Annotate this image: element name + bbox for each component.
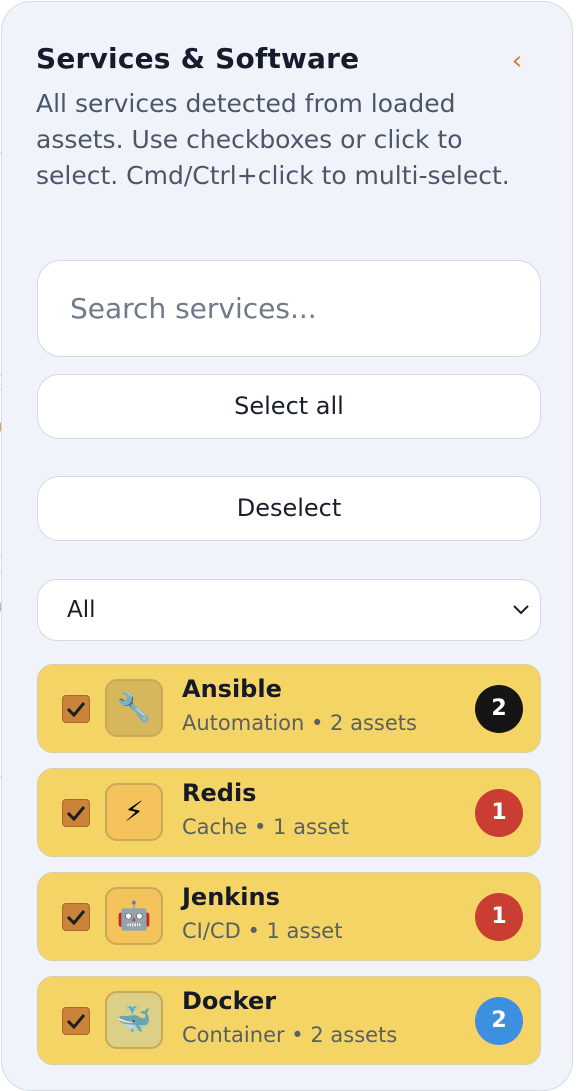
lightning-icon: ⚡ [105, 783, 163, 841]
service-subtitle: CI/CD • 1 asset [182, 919, 343, 943]
checkmark-icon [66, 806, 86, 822]
service-item-docker[interactable]: 🐳 Docker Container • 2 assets 2 [37, 976, 541, 1065]
service-checkbox[interactable] [62, 1007, 90, 1035]
service-checkbox[interactable] [62, 799, 90, 827]
robot-icon: 🤖 [105, 887, 163, 945]
service-subtitle: Cache • 1 asset [182, 815, 349, 839]
service-name: Redis [182, 779, 257, 807]
category-filter-value: All [67, 597, 96, 623]
service-subtitle: Automation • 2 assets [182, 711, 417, 735]
service-item-jenkins[interactable]: 🤖 Jenkins CI/CD • 1 asset 1 [37, 872, 541, 961]
checkmark-icon [66, 910, 86, 926]
asset-count-badge: 2 [475, 685, 523, 733]
wrench-icon: 🔧 [105, 679, 163, 737]
service-name: Docker [182, 987, 277, 1015]
service-item-redis[interactable]: ⚡ Redis Cache • 1 asset 1 [37, 768, 541, 857]
deselect-button[interactable]: Deselect [37, 476, 541, 541]
asset-count-badge: 1 [475, 789, 523, 837]
service-checkbox[interactable] [62, 903, 90, 931]
asset-count-badge: 2 [475, 997, 523, 1045]
service-name: Ansible [182, 675, 282, 703]
checkmark-icon [66, 702, 86, 718]
panel-title: Services & Software [36, 42, 360, 75]
collapse-icon[interactable]: ‹ [508, 46, 526, 76]
select-all-button[interactable]: Select all [37, 374, 541, 439]
chevron-down-icon [513, 605, 529, 615]
checkmark-icon [66, 1014, 86, 1030]
services-panel: Services & Software ‹ All services detec… [1, 1, 573, 1091]
panel-description: All services detected from loaded assets… [36, 89, 510, 190]
service-subtitle: Container • 2 assets [182, 1023, 398, 1047]
search-input[interactable] [37, 260, 541, 357]
service-checkbox[interactable] [62, 695, 90, 723]
service-name: Jenkins [182, 883, 280, 911]
service-item-ansible[interactable]: 🔧 Ansible Automation • 2 assets 2 [37, 664, 541, 753]
category-filter-select[interactable]: All [37, 579, 541, 641]
asset-count-badge: 1 [475, 893, 523, 941]
whale-icon: 🐳 [105, 991, 163, 1049]
